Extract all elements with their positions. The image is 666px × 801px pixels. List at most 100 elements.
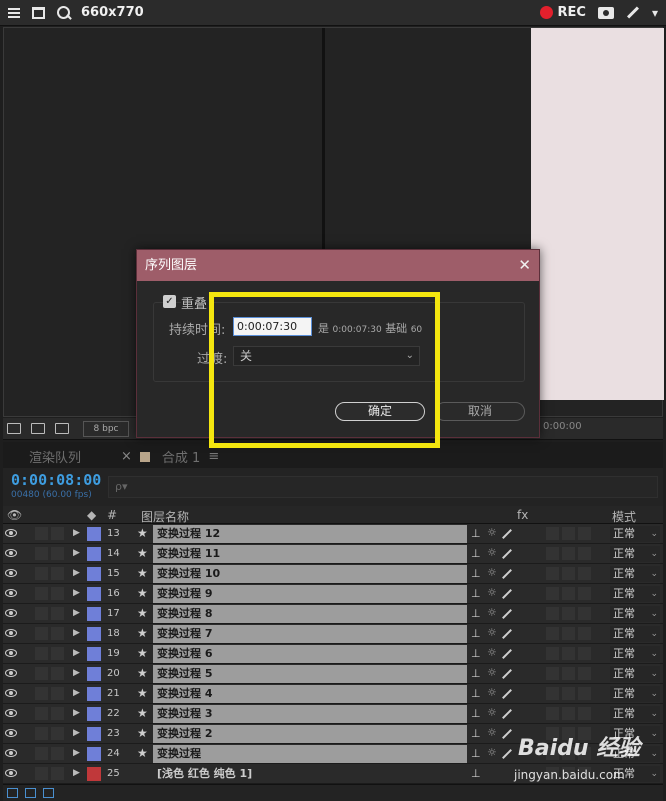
motion-blur-switch[interactable]: [578, 567, 591, 580]
blend-switch[interactable]: [562, 727, 575, 740]
quality-switch-icon[interactable]: [502, 629, 512, 639]
menu-icon[interactable]: [8, 6, 20, 20]
shy-switch-icon[interactable]: ⊥: [471, 687, 481, 700]
mode-select[interactable]: 正常 ⌄: [610, 626, 660, 642]
effect-switch[interactable]: [546, 587, 559, 600]
collapse-switch-icon[interactable]: ☼: [487, 726, 497, 739]
layer-name[interactable]: [浅色 红色 纯色 1]: [153, 765, 467, 783]
label-color-swatch[interactable]: [87, 567, 101, 581]
solo-switch[interactable]: [35, 567, 48, 580]
motion-blur-switch[interactable]: [578, 767, 591, 780]
in-out-icon[interactable]: [43, 788, 54, 798]
motion-blur-switch[interactable]: [578, 747, 591, 760]
table-row[interactable]: ▶ 14 ★ 变换过程 11 ⊥ ☼ 正常 ⌄: [3, 544, 663, 564]
blend-switch[interactable]: [562, 547, 575, 560]
shy-switch-icon[interactable]: ⊥: [471, 747, 481, 760]
quality-switch-icon[interactable]: [502, 669, 512, 679]
shy-switch-icon[interactable]: ⊥: [471, 627, 481, 640]
mode-select[interactable]: 正常 ⌄: [610, 706, 660, 722]
cancel-button[interactable]: 取消: [435, 402, 525, 421]
quality-switch-icon[interactable]: [502, 749, 512, 759]
camera-icon[interactable]: [597, 6, 614, 19]
label-color-swatch[interactable]: [87, 627, 101, 641]
collapse-switch-icon[interactable]: ☼: [487, 706, 497, 719]
table-row[interactable]: ▶ 25 [浅色 红色 纯色 1] ⊥ 正常 ⌄: [3, 764, 663, 784]
table-row[interactable]: ▶ 17 ★ 变换过程 8 ⊥ ☼ 正常 ⌄: [3, 604, 663, 624]
folder-icon[interactable]: [31, 423, 45, 434]
solo-switch[interactable]: [35, 707, 48, 720]
expand-triangle-icon[interactable]: ▶: [73, 728, 80, 738]
blend-switch[interactable]: [562, 627, 575, 640]
collapse-switch-icon[interactable]: ☼: [487, 686, 497, 699]
label-color-swatch[interactable]: [87, 527, 101, 541]
mode-select[interactable]: 正常 ⌄: [610, 586, 660, 602]
effect-switch[interactable]: [546, 727, 559, 740]
label-color-swatch[interactable]: [87, 607, 101, 621]
eye-icon[interactable]: [5, 629, 17, 637]
solo-switch[interactable]: [35, 627, 48, 640]
quality-switch-icon[interactable]: [502, 609, 512, 619]
eye-icon[interactable]: [5, 729, 17, 737]
collapse-switch-icon[interactable]: ☼: [487, 586, 497, 599]
effect-switch[interactable]: [546, 527, 559, 540]
solo-switch[interactable]: [35, 547, 48, 560]
current-timecode[interactable]: 0:00:08:00: [11, 471, 101, 489]
motion-blur-switch[interactable]: [578, 667, 591, 680]
expand-triangle-icon[interactable]: ▶: [73, 748, 80, 758]
layer-search-input[interactable]: ρ▾: [108, 476, 658, 498]
lock-switch[interactable]: [51, 547, 64, 560]
blend-switch[interactable]: [562, 567, 575, 580]
mode-select[interactable]: 正常 ⌄: [610, 726, 660, 742]
table-row[interactable]: ▶ 16 ★ 变换过程 9 ⊥ ☼ 正常 ⌄: [3, 584, 663, 604]
lock-switch[interactable]: [51, 707, 64, 720]
tab-comp[interactable]: × 合成 1 ≡: [121, 447, 219, 466]
label-color-swatch[interactable]: [87, 747, 101, 761]
motion-blur-switch[interactable]: [578, 647, 591, 660]
table-row[interactable]: ▶ 19 ★ 变换过程 6 ⊥ ☼ 正常 ⌄: [3, 644, 663, 664]
effect-switch[interactable]: [546, 607, 559, 620]
overlap-checkbox[interactable]: ✓: [163, 295, 176, 308]
motion-blur-switch[interactable]: [578, 547, 591, 560]
blend-switch[interactable]: [562, 687, 575, 700]
shy-switch-icon[interactable]: ⊥: [471, 547, 481, 560]
quality-switch-icon[interactable]: [502, 689, 512, 699]
header-mode[interactable]: 模式: [612, 508, 636, 525]
expand-triangle-icon[interactable]: ▶: [73, 668, 80, 678]
lock-switch[interactable]: [51, 587, 64, 600]
film-icon[interactable]: [55, 423, 69, 434]
expand-triangle-icon[interactable]: ▶: [73, 708, 80, 718]
mode-select[interactable]: 正常 ⌄: [610, 526, 660, 542]
collapse-switch-icon[interactable]: ☼: [487, 746, 497, 759]
table-row[interactable]: ▶ 24 ★ 变换过程 ⊥ ☼ 正常 ⌄: [3, 744, 663, 764]
solo-switch[interactable]: [35, 587, 48, 600]
layer-name[interactable]: 变换过程 9: [153, 585, 467, 603]
layer-name[interactable]: 变换过程 10: [153, 565, 467, 583]
table-row[interactable]: ▶ 18 ★ 变换过程 7 ⊥ ☼ 正常 ⌄: [3, 624, 663, 644]
mode-select[interactable]: 正常 ⌄: [610, 566, 660, 582]
solo-switch[interactable]: [35, 527, 48, 540]
table-row[interactable]: ▶ 21 ★ 变换过程 4 ⊥ ☼ 正常 ⌄: [3, 684, 663, 704]
solo-switch[interactable]: [35, 607, 48, 620]
motion-blur-switch[interactable]: [578, 627, 591, 640]
table-row[interactable]: ▶ 13 ★ 变换过程 12 ⊥ ☼ 正常 ⌄: [3, 524, 663, 544]
collapse-switch-icon[interactable]: ☼: [487, 666, 497, 679]
motion-blur-switch[interactable]: [578, 727, 591, 740]
lock-switch[interactable]: [51, 627, 64, 640]
bpc-button[interactable]: 8 bpc: [83, 421, 129, 437]
collapse-switch-icon[interactable]: ☼: [487, 646, 497, 659]
eye-icon[interactable]: [5, 529, 17, 537]
visibility-header-icon[interactable]: 👁: [7, 508, 22, 522]
lock-switch[interactable]: [51, 647, 64, 660]
motion-blur-switch[interactable]: [578, 707, 591, 720]
expand-triangle-icon[interactable]: ▶: [73, 688, 80, 698]
quality-switch-icon[interactable]: [502, 729, 512, 739]
eye-icon[interactable]: [5, 589, 17, 597]
blend-switch[interactable]: [562, 527, 575, 540]
shy-switch-icon[interactable]: ⊥: [471, 727, 481, 740]
blend-switch[interactable]: [562, 767, 575, 780]
quality-switch-icon[interactable]: [502, 569, 512, 579]
layer-name[interactable]: 变换过程 4: [153, 685, 467, 703]
layer-name[interactable]: 变换过程: [153, 745, 467, 763]
close-icon[interactable]: ✕: [518, 250, 531, 281]
mode-select[interactable]: 正常 ⌄: [610, 686, 660, 702]
